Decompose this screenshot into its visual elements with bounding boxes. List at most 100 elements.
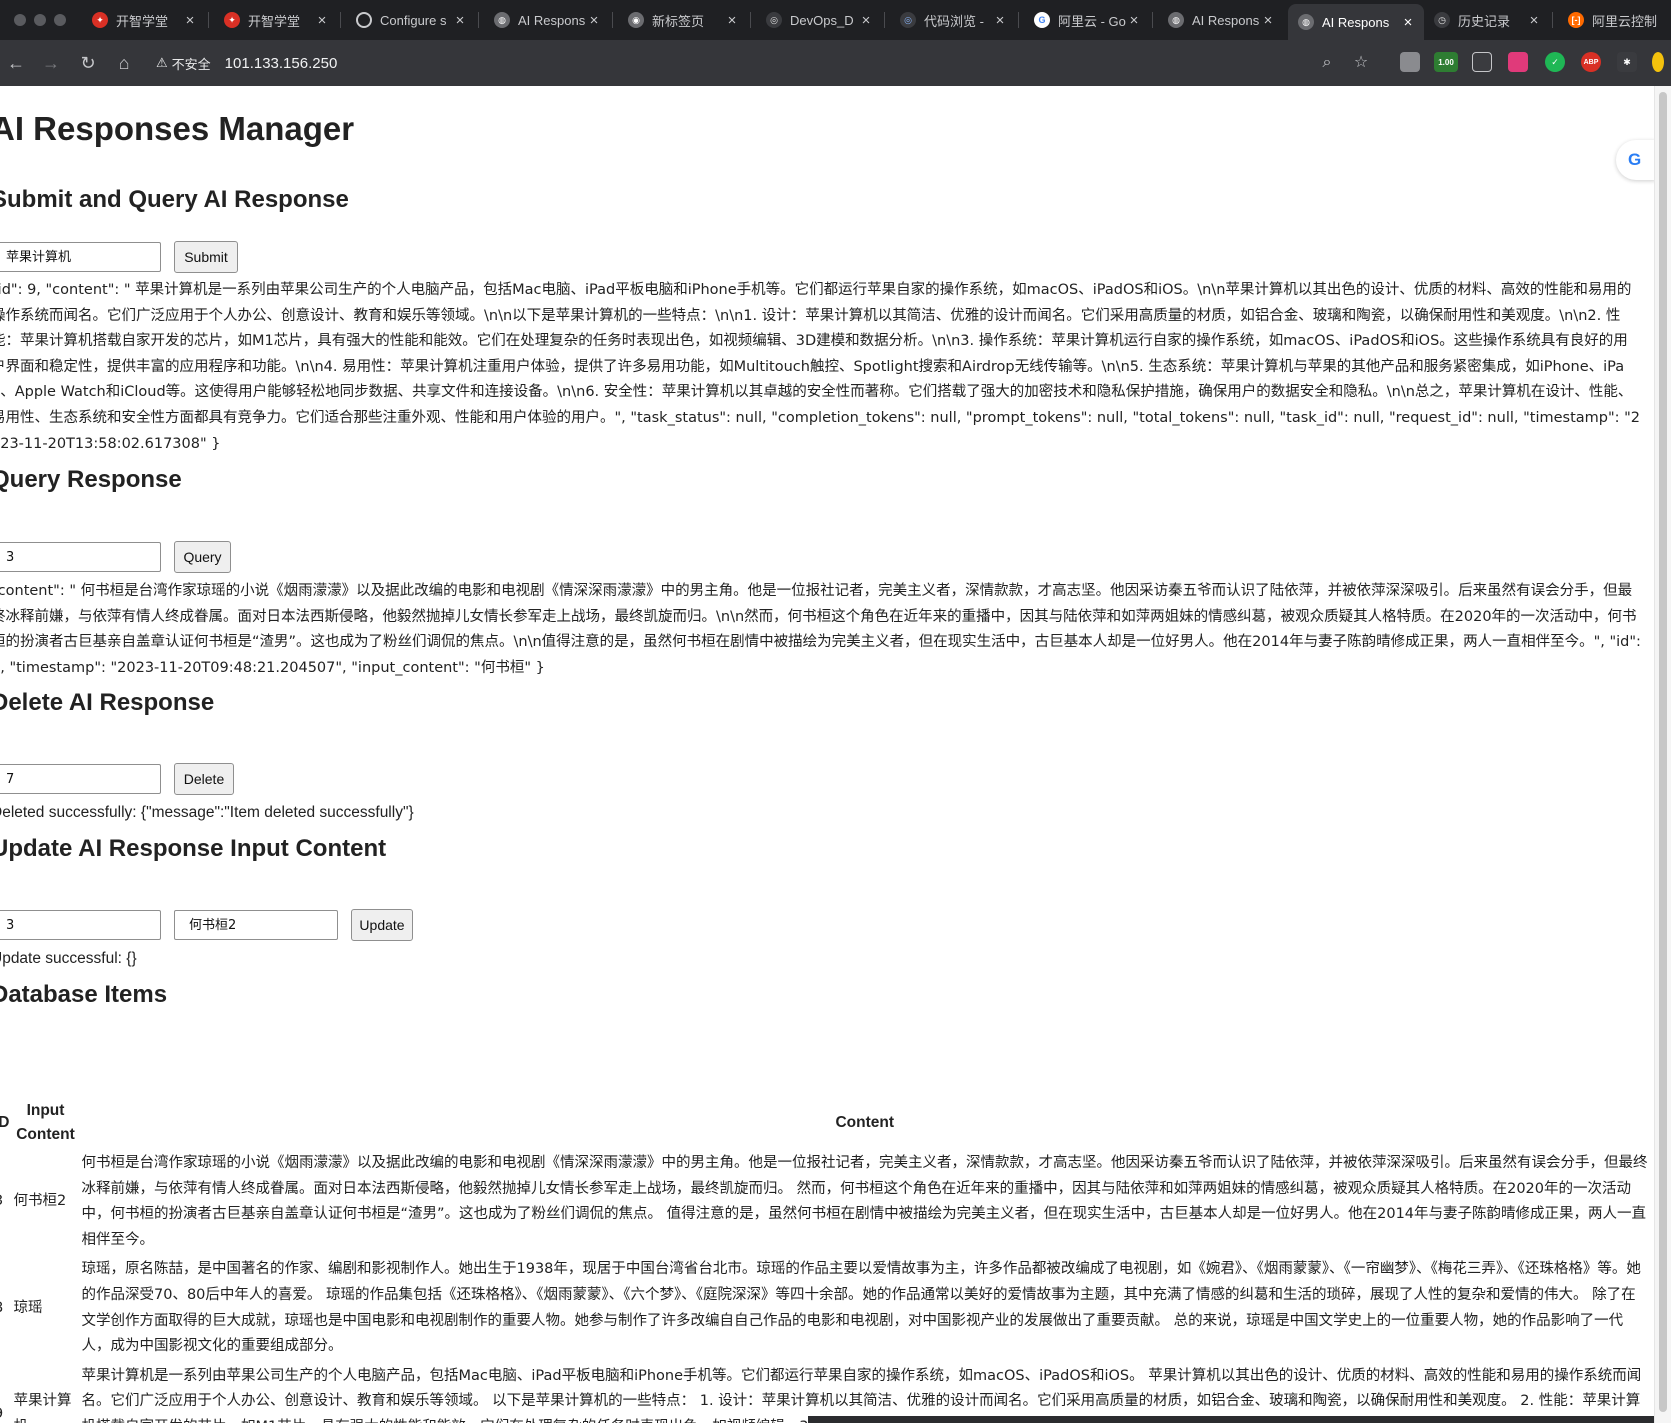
browser-tab[interactable]: ◎ DevOps_D × <box>756 4 882 36</box>
browser-tab[interactable]: ✦ 开智学堂 × <box>214 4 338 36</box>
browser-tab[interactable]: ◉ 新标签页 × <box>618 4 748 36</box>
browser-tab[interactable]: ✦ 开智学堂 × <box>82 4 206 36</box>
floating-assistant-button[interactable]: G <box>1616 140 1656 180</box>
update-id-input[interactable]: 3 <box>0 910 161 940</box>
google-icon: G <box>1034 12 1050 28</box>
table-row: 8 琼瑶 琼瑶，原名陈喆，是中国著名的作家、编剧和影视制作人。她出生于1938年… <box>0 1256 1649 1360</box>
back-arrow-icon[interactable]: ← <box>5 52 27 74</box>
kaizhi-icon: ✦ <box>224 12 240 28</box>
tab-label: 开智学堂 <box>116 13 169 29</box>
document-ext-icon[interactable] <box>1400 52 1420 72</box>
check-ext-icon[interactable]: ✓ <box>1545 52 1565 72</box>
kaizhi-icon: ✦ <box>92 12 108 28</box>
update-button[interactable]: Update <box>351 909 413 941</box>
browser-tab[interactable]: ◷ 历史记录 × <box>1424 4 1550 36</box>
browser-tab[interactable]: G 阿里云 - Go × <box>1024 4 1150 36</box>
tab-label: Configure s <box>380 12 447 28</box>
chrome-icon: ◉ <box>628 12 644 28</box>
browser-tab[interactable]: ◍ AI Respons × <box>1158 4 1284 36</box>
vertical-scrollbar[interactable] <box>1654 86 1671 1423</box>
table-row: 3 何书桓2 何书桓是台湾作家琼瑶的小说《烟雨濛濛》以及据此改编的电影和电视剧《… <box>0 1150 1649 1254</box>
query-result: "content": " 何书桓是台湾作家琼瑶的小说《烟雨濛濛》以及据此改编的电… <box>0 583 1641 676</box>
puzzle-ext-icon[interactable]: ✱ <box>1617 52 1637 72</box>
query-input[interactable]: 3 <box>0 542 161 572</box>
bookmark-star-icon[interactable]: ☆ <box>1350 52 1372 74</box>
update-content-input[interactable]: 何书桓2 <box>174 910 338 940</box>
forward-arrow-icon[interactable]: → <box>40 52 62 74</box>
close-icon[interactable]: × <box>1400 14 1416 31</box>
github-icon <box>356 12 372 28</box>
close-icon[interactable]: × <box>452 12 468 29</box>
cell-id: 8 <box>0 1256 11 1360</box>
close-icon[interactable]: × <box>1126 12 1142 29</box>
close-icon[interactable]: × <box>724 12 740 29</box>
adblock-ext-icon[interactable]: ABP <box>1581 52 1601 72</box>
globe-icon: ◍ <box>1168 12 1184 28</box>
close-icon[interactable]: × <box>1260 12 1276 29</box>
aliyun-icon: [-] <box>1568 12 1584 28</box>
query-button[interactable]: Query <box>174 541 231 573</box>
browser-toolbar: ← → ↻ ⌂ ⚠ 不安全 101.133.156.250 ⌕ ☆ 1.00 ✓… <box>0 40 1671 86</box>
cell-id: 9 <box>0 1363 11 1423</box>
history-icon: ◷ <box>1434 12 1450 28</box>
tab-strip: ✦ 开智学堂 × ✦ 开智学堂 × Configure s × ◍ AI Res… <box>0 0 1671 40</box>
close-icon[interactable]: × <box>858 12 874 29</box>
window-close-dot[interactable] <box>14 14 26 26</box>
close-icon[interactable]: × <box>314 12 330 29</box>
translate-ext-icon[interactable] <box>1508 52 1528 72</box>
delete-button[interactable]: Delete <box>174 763 234 795</box>
window-minimize-dot[interactable] <box>34 14 46 26</box>
close-icon[interactable]: × <box>182 12 198 29</box>
window-zoom-dot[interactable] <box>54 14 66 26</box>
browser-tab[interactable]: [-] 阿里云控制 <box>1558 4 1671 36</box>
tab-label: 阿里云控制 <box>1592 13 1658 29</box>
cell-input: 苹果计算机 <box>13 1393 72 1423</box>
browser-tab[interactable]: ◍ AI Respons × <box>484 4 610 36</box>
table-header-row: ID Input Content Content <box>0 1098 1649 1148</box>
close-icon[interactable]: × <box>586 12 602 29</box>
reload-icon[interactable]: ↻ <box>77 52 99 74</box>
address-bar[interactable]: ⚠ 不安全 101.133.156.250 <box>150 47 1370 79</box>
close-icon[interactable]: × <box>992 12 1008 29</box>
db-heading: Database Items <box>0 981 168 1008</box>
scrollbar-thumb[interactable] <box>1659 92 1667 1412</box>
delete-message: Deleted successfully: {"message":"Item d… <box>0 804 414 821</box>
cell-content: 何书桓是台湾作家琼瑶的小说《烟雨濛濛》以及据此改编的电影和电视剧《情深深雨濛濛》… <box>81 1155 1648 1248</box>
profile-icon[interactable] <box>1652 52 1664 72</box>
delete-id-input[interactable]: 7 <box>0 764 161 794</box>
cell-input: 琼瑶 <box>13 1299 43 1316</box>
security-indicator[interactable]: ⚠ 不安全 <box>156 54 211 73</box>
page-title: AI Responses Manager <box>0 110 355 147</box>
download-bar-edge <box>808 1416 1654 1423</box>
security-label: 不安全 <box>171 56 211 72</box>
delete-heading: Delete AI Response <box>0 689 215 716</box>
tab-label: 代码浏览 - <box>924 13 984 29</box>
submit-input[interactable]: 苹果计算机 <box>0 242 161 272</box>
tab-label: 历史记录 <box>1458 13 1511 29</box>
globe-icon: ◍ <box>1298 14 1314 30</box>
eye-icon: ◎ <box>766 12 782 28</box>
update-message: Update successful: {} <box>0 950 137 967</box>
submit-heading: Submit and Query AI Response <box>0 186 349 213</box>
eye-icon: ◎ <box>900 12 916 28</box>
browser-tab-active[interactable]: ◍ AI Respons × <box>1288 4 1424 40</box>
reader-ext-icon[interactable] <box>1472 52 1492 72</box>
column-header-input: Input Content <box>16 1102 75 1143</box>
close-icon[interactable]: × <box>1526 12 1542 29</box>
zoom-icon[interactable]: ⌕ <box>1316 52 1338 74</box>
browser-tab[interactable]: ◎ 代码浏览 - × <box>890 4 1016 36</box>
browser-tab[interactable]: Configure s × <box>346 4 476 36</box>
database-table: ID Input Content Content 3 何书桓2 何书桓是台湾作家… <box>0 1096 1651 1423</box>
tab-label: 开智学堂 <box>248 13 301 29</box>
cell-input: 何书桓2 <box>13 1193 67 1210</box>
submit-button[interactable]: Submit <box>174 241 238 273</box>
url-text[interactable]: 101.133.156.250 <box>225 55 338 72</box>
column-header-id: ID <box>0 1114 10 1131</box>
speed-ext-icon[interactable]: 1.00 <box>1434 52 1458 72</box>
home-icon[interactable]: ⌂ <box>113 52 135 74</box>
warning-icon: ⚠ <box>156 55 168 70</box>
cell-content: 苹果计算机是一系列由苹果公司生产的个人电脑产品，包括Mac电脑、iPad平板电脑… <box>81 1367 1642 1423</box>
tab-label: AI Respons <box>1192 12 1260 28</box>
assistant-icon: G <box>1628 150 1642 169</box>
page-viewport: AI Responses Manager Submit and Query AI… <box>0 86 1654 1423</box>
